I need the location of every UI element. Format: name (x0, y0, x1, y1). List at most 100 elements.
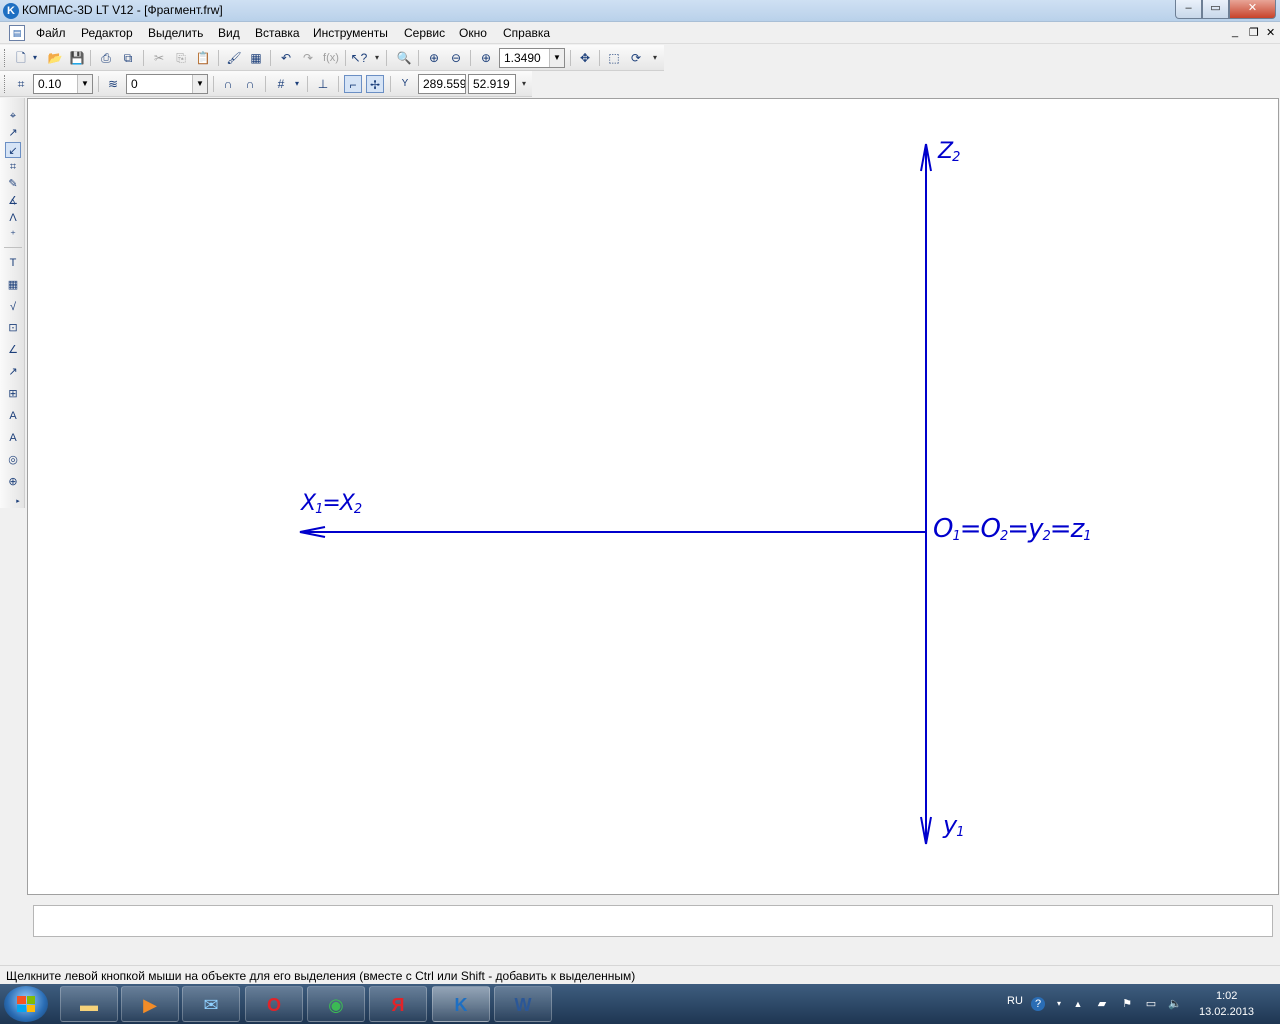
text-tool-icon[interactable]: T (5, 255, 21, 271)
cursor-coordinates-icon[interactable]: Y (396, 75, 414, 93)
cut-icon[interactable]: ✂ (150, 49, 168, 67)
zoom-scale-icon[interactable]: ⊕ (477, 49, 495, 67)
close-button[interactable]: ✕ (1229, 0, 1276, 19)
clock-time[interactable]: 1:02 (1216, 990, 1237, 1002)
mdi-close-button[interactable]: ✕ (1266, 26, 1275, 39)
toolbar-grip[interactable] (4, 75, 7, 93)
zoom-in-icon[interactable]: ⊕ (425, 49, 443, 67)
kompas-taskbar-icon[interactable]: K (432, 986, 490, 1022)
designations-panel-icon[interactable]: ↙ (5, 142, 21, 158)
zoom-window-icon[interactable]: 🔍 (395, 49, 413, 67)
paste-icon[interactable]: 📋 (194, 49, 212, 67)
help-pointer-icon[interactable]: ↖? (350, 49, 368, 67)
toolbar-overflow-chevron-icon[interactable]: ▾ (519, 79, 529, 93)
chevron-down-icon[interactable]: ▼ (192, 75, 207, 93)
leader-line-icon[interactable]: ∠ (5, 342, 21, 358)
save-icon[interactable]: 💾 (68, 49, 86, 67)
function-fx-icon[interactable]: f(x) (320, 49, 342, 67)
menu-editor[interactable]: Редактор (81, 26, 133, 40)
chrome-taskbar-icon[interactable]: ◉ (307, 986, 365, 1022)
clock-date[interactable]: 13.02.2013 (1199, 1006, 1254, 1018)
start-button[interactable] (4, 986, 48, 1022)
show-all-icon[interactable]: ⬚ (605, 49, 623, 67)
tolerance-tool-icon[interactable]: ⊞ (5, 386, 21, 402)
grid-icon[interactable]: # (272, 75, 290, 93)
print-preview-icon[interactable]: ⎙ (97, 49, 115, 67)
menu-window[interactable]: Окно (459, 26, 487, 40)
global-snap-icon[interactable]: ∩ (241, 75, 259, 93)
base-tool-icon[interactable]: ⊡ (5, 320, 21, 336)
document-manager-icon[interactable]: ⧉ (119, 49, 137, 67)
edit-panel-icon[interactable]: ⌗ (5, 159, 21, 175)
property-panel-field[interactable] (33, 905, 1273, 937)
snap-toggle-icon[interactable]: ✢ (366, 75, 384, 93)
display-tray-icon[interactable]: ▭ (1144, 997, 1158, 1011)
layers-icon[interactable]: ≋ (104, 75, 122, 93)
cursor-step-combo[interactable]: 0.10 ▼ (33, 74, 93, 94)
help-tray-icon[interactable]: ? (1031, 997, 1045, 1011)
drawing-canvas[interactable]: Z2 X1=X2 O1=O2=y2=z1 y1 (27, 98, 1279, 895)
mail-taskbar-icon[interactable]: ✉ (182, 986, 240, 1022)
selection-panel-icon[interactable]: Λ (5, 210, 21, 226)
refresh-icon[interactable]: ⟳ (627, 49, 645, 67)
properties-brush-icon[interactable]: 🖌 (225, 49, 243, 67)
menu-tools[interactable]: Инструменты (313, 26, 388, 40)
zoom-scale-combo[interactable]: 1.3490 ▼ (499, 48, 565, 68)
cursor-step-icon[interactable]: ⌗ (12, 75, 30, 93)
toolbar-grip[interactable] (4, 49, 7, 67)
roughness-tool-icon[interactable]: √ (5, 299, 21, 315)
menu-file[interactable]: Файл (36, 26, 66, 40)
copy-icon[interactable]: ⎘ (172, 49, 190, 67)
cut-line-icon[interactable]: A (5, 430, 21, 446)
variables-icon[interactable]: ▦ (247, 49, 265, 67)
menu-service[interactable]: Сервис (404, 26, 445, 40)
zoom-out-icon[interactable]: ⊖ (447, 49, 465, 67)
toolbar-overflow-chevron-icon[interactable]: ▾ (372, 53, 382, 67)
new-document-icon[interactable]: 🗋 (12, 49, 30, 67)
menu-insert[interactable]: Вставка (255, 26, 300, 40)
opera-taskbar-icon[interactable]: O (245, 986, 303, 1022)
position-leader-icon[interactable]: ↗ (5, 364, 21, 380)
open-folder-icon[interactable]: 📂 (46, 49, 64, 67)
language-settings-icon[interactable]: ▾ (1052, 997, 1066, 1011)
menu-help[interactable]: Справка (503, 26, 550, 40)
media-player-taskbar-icon[interactable]: ▶ (121, 986, 179, 1022)
center-mark-icon[interactable]: ⊕ (5, 474, 21, 490)
mdi-minimize-button[interactable]: _ (1232, 26, 1238, 38)
mdi-restore-button[interactable]: ❐ (1249, 26, 1259, 39)
network-tray-icon[interactable]: ▰ (1095, 997, 1109, 1011)
explorer-taskbar-icon[interactable]: ▬ (60, 986, 118, 1022)
action-center-flag-icon[interactable]: ⚑ (1120, 997, 1134, 1011)
spec-panel-icon[interactable]: ⁺ (5, 227, 21, 243)
yandex-taskbar-icon[interactable]: Я (369, 986, 427, 1022)
word-taskbar-icon[interactable]: W (494, 986, 552, 1022)
cursor-x-field[interactable]: 289.559 (418, 74, 466, 94)
parametrization-panel-icon[interactable]: ✎ (5, 176, 21, 192)
menu-select[interactable]: Выделить (148, 26, 203, 40)
pan-move-icon[interactable]: ✥ (576, 49, 594, 67)
kompas-app-icon[interactable]: K (3, 3, 19, 19)
geometry-panel-icon[interactable]: ⌖ (5, 108, 21, 124)
chevron-down-icon[interactable]: ▼ (77, 75, 92, 93)
toolbar-overflow-chevron-icon[interactable]: ▾ (650, 53, 660, 67)
local-coordinate-system-icon[interactable]: ⊥ (314, 75, 332, 93)
volume-tray-icon[interactable]: 🔈 (1168, 997, 1182, 1011)
undo-icon[interactable]: ↶ (277, 49, 295, 67)
redo-icon[interactable]: ↷ (299, 49, 317, 67)
view-arrow-icon[interactable]: A (5, 408, 21, 424)
current-layer-combo[interactable]: 0 ▼ (126, 74, 208, 94)
show-hidden-icons-chevron-icon[interactable]: ▲ (1071, 997, 1085, 1011)
panel-expand-icon[interactable]: ▸ (14, 494, 22, 510)
cursor-y-field[interactable]: 52.919 (468, 74, 516, 94)
table-tool-icon[interactable]: ▦ (5, 277, 21, 293)
ortho-mode-icon[interactable]: ⌐ (344, 75, 362, 93)
maximize-button[interactable]: ▭ (1202, 0, 1229, 19)
measure-panel-icon[interactable]: ∡ (5, 193, 21, 209)
dimensions-panel-icon[interactable]: ↗ (5, 125, 21, 141)
menu-view[interactable]: Вид (218, 26, 240, 40)
minimize-button[interactable]: – (1175, 0, 1202, 19)
view-callout-icon[interactable]: ◎ (5, 452, 21, 468)
chevron-down-icon[interactable]: ▼ (549, 49, 564, 67)
grid-dropdown-icon[interactable]: ▾ (292, 75, 302, 93)
local-snap-icon[interactable]: ∩ (219, 75, 237, 93)
